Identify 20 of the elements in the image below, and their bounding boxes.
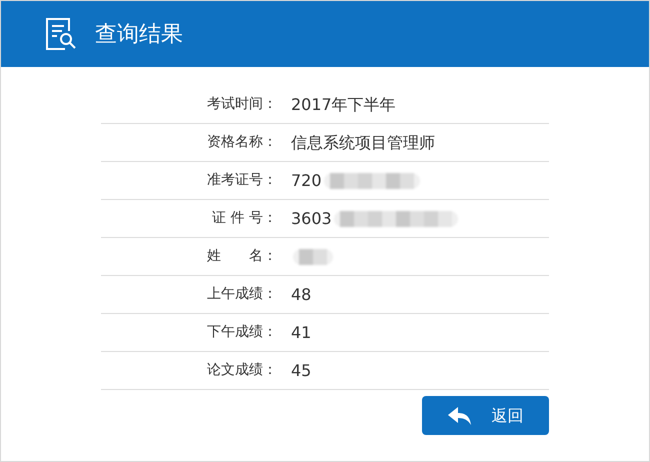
field-label: 准考证号： bbox=[206, 171, 278, 190]
field-value: 720 bbox=[291, 170, 322, 192]
field-value: 48 bbox=[291, 284, 312, 306]
blurred-text-drawing bbox=[293, 248, 333, 264]
field-value: 3603 bbox=[291, 208, 332, 230]
field-value: 2017年下半年 bbox=[291, 94, 396, 116]
field-label: 上午成绩： bbox=[206, 285, 278, 304]
field-label: 下午成绩： bbox=[206, 323, 278, 342]
field-label: 证 件 号： bbox=[211, 209, 278, 228]
back-arrow-icon bbox=[448, 406, 472, 424]
field-value: 41 bbox=[291, 322, 312, 344]
field-label: 论文成绩： bbox=[206, 361, 278, 380]
back-button[interactable]: 返回 bbox=[422, 396, 549, 435]
field-label: 姓 名： bbox=[206, 247, 278, 266]
document-search-icon bbox=[45, 17, 77, 51]
field-value: 信息系统项目管理师 bbox=[291, 132, 435, 154]
field-label: 考试时间： bbox=[206, 95, 278, 114]
page-title: 查询结果 bbox=[95, 20, 183, 48]
field-label: 资格名称： bbox=[206, 133, 278, 152]
field-value: 45 bbox=[291, 360, 312, 382]
